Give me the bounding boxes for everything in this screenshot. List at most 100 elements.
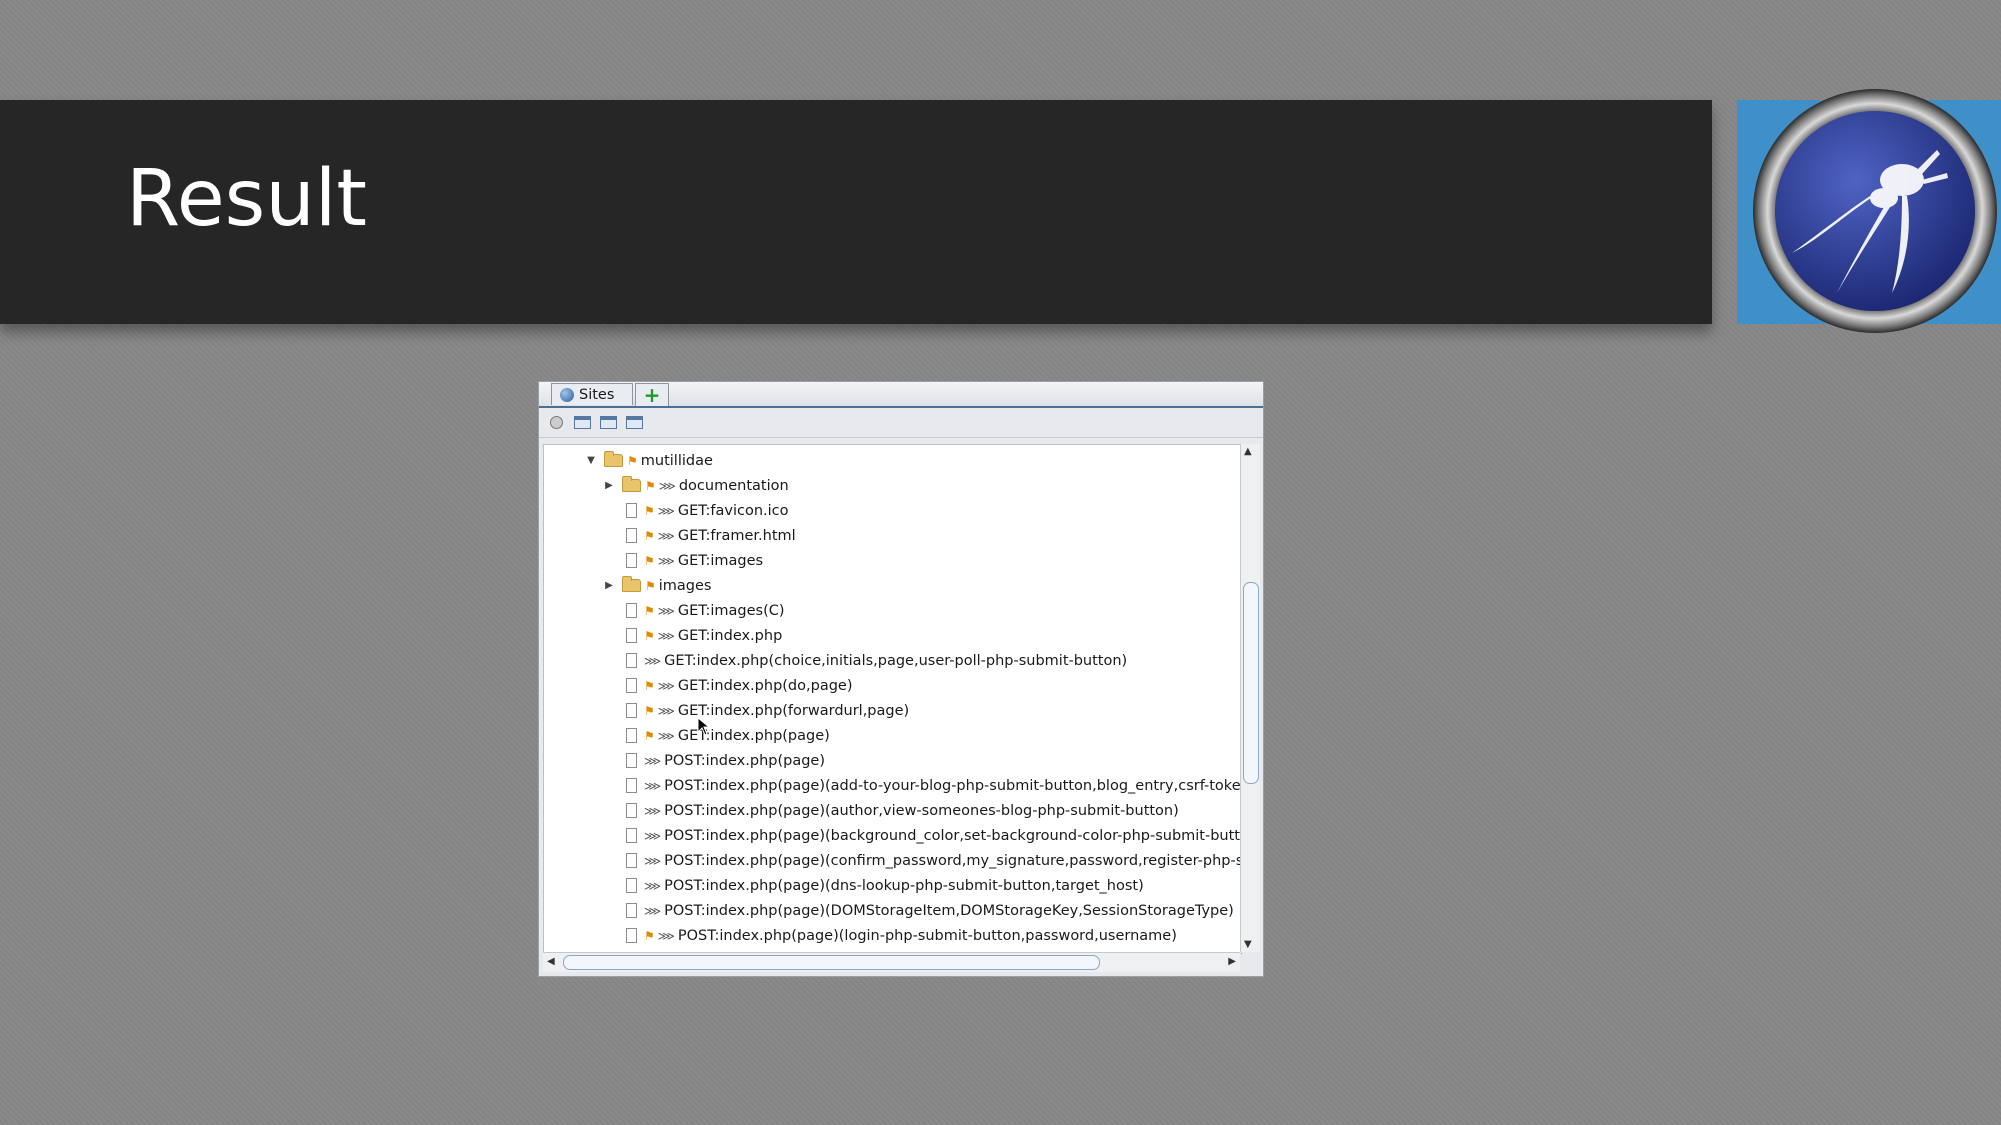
tree-page-node[interactable]: ⋙ POST:index.php(page): [602, 748, 825, 773]
tree-page-node[interactable]: ⋙ POST:index.php(page)(confirm_password,m…: [602, 848, 1241, 873]
toolbar-button-1[interactable]: [547, 414, 566, 431]
spider-icon: ⋙: [644, 903, 661, 918]
scroll-right-icon[interactable]: ▶: [1228, 956, 1236, 967]
tree-page-node[interactable]: ⋙ POST:index.php(page)(background_color,s…: [602, 823, 1242, 848]
circle-icon: [550, 416, 563, 429]
flag-icon: ⚑: [644, 628, 655, 643]
tree-folder-node[interactable]: ▶ ⚑ ⋙ documentation: [602, 473, 789, 498]
tree-page-node[interactable]: ⚑ ⋙ GET:framer.html: [602, 523, 796, 548]
scroll-left-icon[interactable]: ◀: [547, 956, 555, 967]
tab-sites-label: Sites: [579, 386, 615, 403]
tree-node-label: POST:index.php(page)(dns-lookup-php-subm…: [664, 877, 1144, 894]
tree-node-label: POST:index.php(page)(author,view-someone…: [664, 802, 1179, 819]
tree-page-node[interactable]: ⚑ ⋙ GET:images(C): [602, 598, 785, 623]
spider-icon: ⋙: [644, 828, 661, 843]
tree-node-label: GET:index.php: [677, 627, 783, 644]
vertical-scrollbar[interactable]: ▲ ▼: [1240, 444, 1260, 952]
page-icon: [626, 603, 637, 618]
tree-node-label: POST:index.php(page)(login-php-submit-bu…: [677, 927, 1177, 944]
flag-icon: ⚑: [644, 678, 655, 693]
page-icon: [626, 528, 637, 543]
globe-icon: [560, 387, 574, 402]
horizontal-scroll-thumb[interactable]: [563, 955, 1100, 970]
spider-icon: ⋙: [644, 653, 661, 668]
new-context-icon: [574, 416, 591, 429]
tree-node-label: GET:favicon.ico: [677, 502, 789, 519]
plus-icon: +: [643, 383, 661, 407]
tree-page-node[interactable]: ⚑ ⋙ POST:index.php(page)(login-php-submit-…: [602, 923, 1177, 948]
page-icon: [626, 803, 637, 818]
flag-icon: ⚑: [644, 603, 655, 618]
spider-icon: ⋙: [644, 778, 661, 793]
scroll-down-icon[interactable]: ▼: [1244, 939, 1252, 950]
spider-icon: ⋙: [644, 878, 661, 893]
spider-icon: ⋙: [644, 803, 661, 818]
collapse-arrow-icon[interactable]: ▶: [602, 480, 616, 491]
spider-icon: ⋙: [657, 928, 675, 943]
folder-icon: [622, 576, 641, 592]
tree-page-node[interactable]: ⋙ POST:index.php(page)(author,view-someon…: [602, 798, 1179, 823]
page-icon: [626, 778, 637, 793]
vertical-scroll-thumb[interactable]: [1243, 582, 1259, 784]
tree-page-node[interactable]: ⚑ ⋙ GET:index.php(do,page): [602, 673, 852, 698]
spider-icon: ⋙: [657, 553, 675, 568]
expand-arrow-icon[interactable]: ▼: [584, 455, 598, 466]
tree-node-label: GET:index.php(choice,initials,page,user-…: [664, 652, 1128, 669]
tree-page-node[interactable]: ⋙ GET:index.php(choice,initials,page,user…: [602, 648, 1127, 673]
mouse-cursor-icon: [697, 717, 711, 736]
tree-node-label: POST:index.php(page): [664, 752, 825, 769]
toolbar-button-3[interactable]: [599, 414, 618, 431]
page-icon: [626, 928, 637, 943]
slide-title: Result: [126, 154, 368, 244]
toolbar-button-2[interactable]: [573, 414, 592, 431]
tree-page-node[interactable]: ⚑ ⋙ GET:images: [602, 548, 763, 573]
spider-icon: ⋙: [658, 478, 676, 493]
folder-icon: [622, 476, 641, 492]
flag-icon: ⚑: [645, 578, 656, 593]
add-tab-button[interactable]: +: [635, 383, 669, 407]
collapse-arrow-icon[interactable]: ▶: [602, 580, 616, 591]
tree-node-label: POST:index.php(page)(add-to-your-blog-ph…: [664, 777, 1242, 794]
tree-folder-node[interactable]: ▼ ⚑ mutillidae: [584, 448, 713, 473]
tree-page-node[interactable]: ⋙ POST:index.php(page)(add-to-your-blog-p…: [602, 773, 1242, 798]
flag-icon: ⚑: [644, 703, 655, 718]
page-icon: [626, 703, 637, 718]
page-icon: [626, 628, 637, 643]
page-icon: [626, 853, 637, 868]
horizontal-scrollbar[interactable]: ◀ ▶: [543, 952, 1240, 972]
scroll-up-icon[interactable]: ▲: [1244, 446, 1252, 457]
spider-icon: ⋙: [657, 528, 675, 543]
tree-page-node[interactable]: ⚑ ⋙ GET:index.php(forwardurl,page): [602, 698, 909, 723]
flag-icon: ⚑: [644, 553, 655, 568]
page-icon: [626, 878, 637, 893]
window-icon: [626, 416, 643, 429]
folder-icon: [604, 451, 623, 467]
page-icon: [626, 503, 637, 518]
tree-node-label: documentation: [678, 477, 789, 494]
tree-page-node[interactable]: ⋙ POST:index.php(page)(dns-lookup-php-sub…: [602, 873, 1144, 898]
zap-sites-panel: Sites + ▼ ⚑ mutillidae ▶ ⚑ ⋙ documentation ⚑ ⋙ GE…: [538, 381, 1264, 977]
window-icon: [600, 416, 617, 429]
flag-icon: ⚑: [645, 478, 656, 493]
flag-icon: ⚑: [644, 528, 655, 543]
tree-node-label: images: [658, 577, 712, 594]
spider-icon: ⋙: [657, 728, 675, 743]
tree-page-node[interactable]: ⚑ ⋙ GET:index.php(page): [602, 723, 830, 748]
tree-page-node[interactable]: ⚑ ⋙ GET:favicon.ico: [602, 498, 789, 523]
toolbar-button-4[interactable]: [625, 414, 644, 431]
tree-node-label: GET:index.php(do,page): [677, 677, 853, 694]
sites-tree: ▼ ⚑ mutillidae ▶ ⚑ ⋙ documentation ⚑ ⋙ GET:favico…: [543, 444, 1242, 954]
spider-icon: ⋙: [657, 703, 675, 718]
tree-node-label: POST:index.php(page)(background_color,se…: [664, 827, 1242, 844]
tree-folder-node[interactable]: ▶ ⚑ images: [602, 573, 711, 598]
spider-icon: ⋙: [657, 628, 675, 643]
page-icon: [626, 903, 637, 918]
page-icon: [626, 678, 637, 693]
flag-icon: ⚑: [627, 453, 638, 468]
tree-node-label: GET:framer.html: [677, 527, 796, 544]
tree-page-node[interactable]: ⋙ POST:index.php(page)(DOMStorageItem,DOM…: [602, 898, 1234, 923]
flag-icon: ⚑: [644, 503, 655, 518]
tree-page-node[interactable]: ⚑ ⋙ GET:index.php: [602, 623, 782, 648]
page-icon: [626, 653, 637, 668]
tab-sites[interactable]: Sites: [551, 383, 633, 405]
